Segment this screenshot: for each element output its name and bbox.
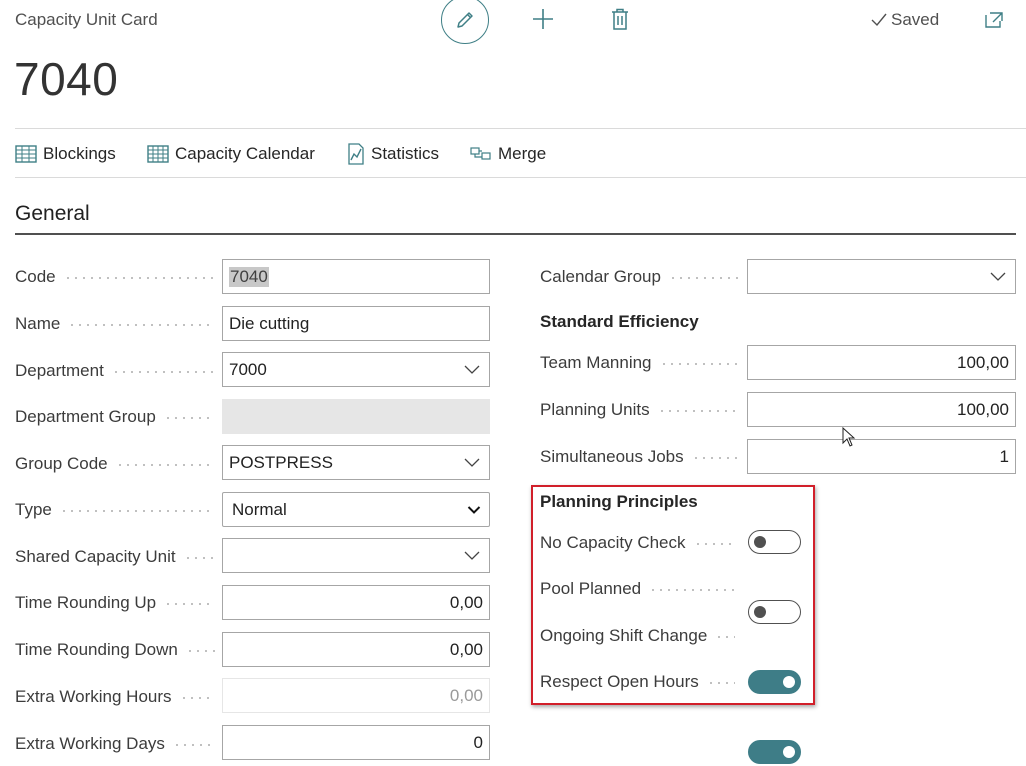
chart-doc-icon [348, 143, 364, 165]
type-value: Normal [232, 499, 287, 519]
open-new-window-icon [985, 12, 1003, 28]
planning-units-label: Planning Units [540, 398, 740, 422]
saved-label: Saved [891, 10, 940, 29]
simultaneous-jobs-label: Simultaneous Jobs [540, 445, 740, 469]
department-value: 7000 [229, 359, 267, 379]
divider [15, 177, 1026, 178]
table-icon [15, 145, 37, 163]
time-rounding-down-label: Time Rounding Down [15, 638, 215, 662]
extra-working-hours-value: 0,00 [449, 685, 483, 705]
no-capacity-check-label: No Capacity Check [540, 531, 735, 555]
type-select[interactable]: Normal [222, 492, 490, 527]
pool-planned-toggle[interactable] [748, 600, 801, 624]
time-rounding-up-label: Time Rounding Up [15, 591, 215, 615]
code-field[interactable]: 7040 [222, 259, 490, 294]
time-rounding-down-field[interactable]: 0,00 [222, 632, 490, 667]
action-label: Merge [498, 144, 547, 163]
ongoing-shift-change-toggle[interactable] [748, 670, 801, 694]
code-value: 7040 [229, 266, 269, 287]
merge-icon [470, 147, 491, 160]
divider [15, 128, 1026, 129]
calendar-grid-icon [147, 145, 169, 163]
edit-button[interactable] [441, 0, 489, 44]
trash-icon [612, 8, 628, 30]
action-capacity-calendar[interactable]: Capacity Calendar [147, 142, 315, 166]
team-manning-label: Team Manning [540, 351, 740, 375]
open-new-window-button[interactable] [983, 7, 1007, 31]
department-field[interactable]: 7000 [222, 352, 490, 387]
calendar-group-label: Calendar Group [540, 265, 740, 289]
page-caption: Capacity Unit Card [15, 10, 158, 29]
shared-capacity-unit-label: Shared Capacity Unit [15, 545, 215, 569]
extra-working-days-field[interactable]: 0 [222, 725, 490, 760]
time-rounding-up-value: 0,00 [449, 592, 483, 612]
department-group-field [222, 399, 490, 434]
action-statistics[interactable]: Statistics [347, 142, 439, 166]
group-code-value: POSTPRESS [229, 452, 333, 472]
section-title-general[interactable]: General [15, 202, 90, 226]
standard-efficiency-heading: Standard Efficiency [540, 312, 699, 331]
ongoing-shift-change-label: Ongoing Shift Change [540, 624, 735, 648]
no-capacity-check-toggle[interactable] [748, 530, 801, 554]
respect-open-hours-label: Respect Open Hours [540, 670, 735, 694]
extra-working-days-value: 0 [473, 732, 483, 752]
group-code-field[interactable]: POSTPRESS [222, 445, 490, 480]
calendar-group-field[interactable] [747, 259, 1016, 294]
chevron-down-icon[interactable] [464, 363, 480, 375]
respect-open-hours-toggle[interactable] [748, 740, 801, 764]
type-label: Type [15, 498, 215, 522]
simultaneous-jobs-field[interactable]: 1 [747, 439, 1016, 474]
section-underline [15, 233, 1016, 235]
name-field[interactable]: Die cutting [222, 306, 490, 341]
chevron-down-icon[interactable] [990, 270, 1006, 282]
saved-status: Saved [870, 10, 939, 30]
department-label: Department [15, 359, 215, 383]
simultaneous-jobs-value: 1 [999, 446, 1009, 466]
team-manning-field[interactable]: 100,00 [747, 345, 1016, 380]
team-manning-value: 100,00 [957, 352, 1009, 372]
planning-units-field[interactable]: 100,00 [747, 392, 1016, 427]
action-label: Capacity Calendar [175, 144, 315, 163]
extra-working-hours-label: Extra Working Hours [15, 685, 215, 709]
action-blockings[interactable]: Blockings [15, 142, 116, 166]
plus-icon [533, 9, 553, 29]
group-code-label: Group Code [15, 452, 215, 476]
time-rounding-down-value: 0,00 [449, 639, 483, 659]
extra-working-hours-field: 0,00 [222, 678, 490, 713]
name-value: Die cutting [229, 313, 310, 333]
chevron-down-icon[interactable] [464, 456, 480, 468]
extra-working-days-label: Extra Working Days [15, 732, 215, 756]
time-rounding-up-field[interactable]: 0,00 [222, 585, 490, 620]
action-merge[interactable]: Merge [470, 142, 546, 166]
planning-units-value: 100,00 [957, 399, 1009, 419]
pool-planned-label: Pool Planned [540, 577, 735, 601]
record-title: 7040 [14, 53, 119, 105]
department-group-label: Department Group [15, 405, 215, 429]
mouse-pointer-icon [842, 427, 856, 447]
action-label: Statistics [371, 144, 440, 163]
new-button[interactable] [530, 6, 556, 32]
code-label: Code [15, 265, 215, 289]
name-label: Name [15, 312, 215, 336]
action-label: Blockings [43, 144, 116, 163]
pencil-icon [457, 12, 473, 28]
chevron-down-icon [467, 506, 481, 514]
shared-capacity-unit-field[interactable] [222, 538, 490, 573]
checkmark-icon [871, 13, 887, 27]
planning-principles-heading: Planning Principles [540, 492, 698, 511]
delete-button[interactable] [608, 6, 632, 32]
chevron-down-icon[interactable] [464, 549, 480, 561]
